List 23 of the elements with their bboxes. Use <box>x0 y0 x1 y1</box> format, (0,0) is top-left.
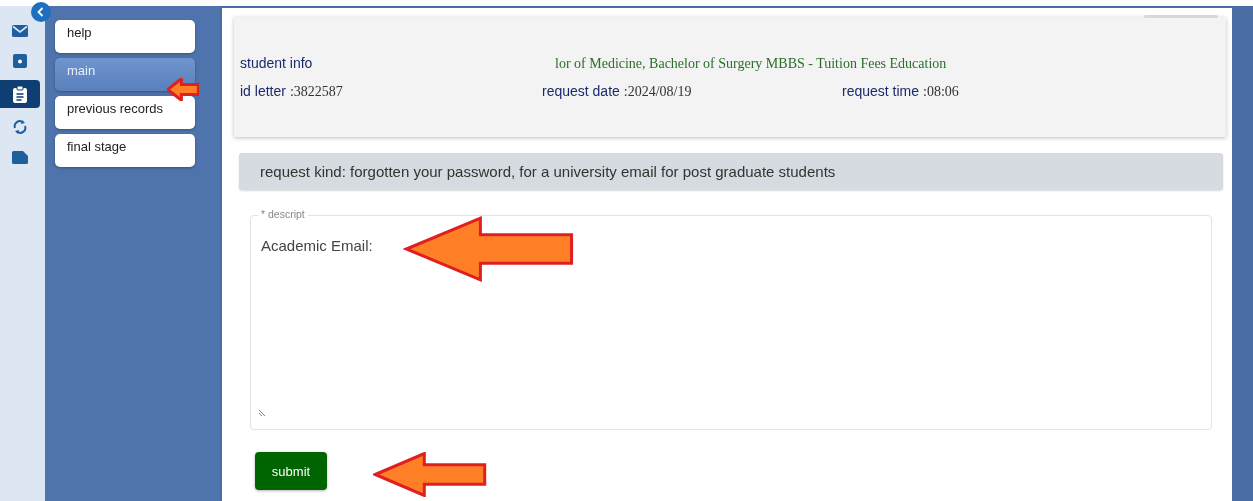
menu-item[interactable]: previous records <box>55 96 195 129</box>
field-legend: * descript <box>258 207 308 221</box>
envelope-icon[interactable] <box>12 25 28 37</box>
section-title: student info <box>240 55 314 71</box>
field-label: request date <box>542 83 620 99</box>
resize-grip-icon[interactable] <box>259 409 266 416</box>
field-label: id letter <box>240 83 286 99</box>
field-value: :08:06 <box>923 84 959 100</box>
sync-icon[interactable] <box>13 119 27 135</box>
field-value: :2024/08/19 <box>623 84 692 100</box>
field-label: request time <box>842 83 920 99</box>
menu-item[interactable]: final stage <box>55 134 195 167</box>
annotation-arrow <box>167 78 199 101</box>
document-icon[interactable] <box>12 150 28 164</box>
request-kind: request kind: forgotten your password, for a university email for post graduate students <box>239 153 1223 190</box>
field-value: :3822587 <box>289 84 343 100</box>
menu-item[interactable]: help <box>55 20 195 53</box>
rail-item[interactable] <box>0 80 40 108</box>
collapse-button[interactable] <box>31 2 51 22</box>
clipboard-icon[interactable] <box>13 85 27 103</box>
submit-button[interactable]: submit <box>255 452 327 490</box>
program-name: lor of Medicine, Bachelor of Surgery MBBS - Tuition Fees Education <box>555 56 947 72</box>
tray-icon[interactable] <box>13 54 27 68</box>
